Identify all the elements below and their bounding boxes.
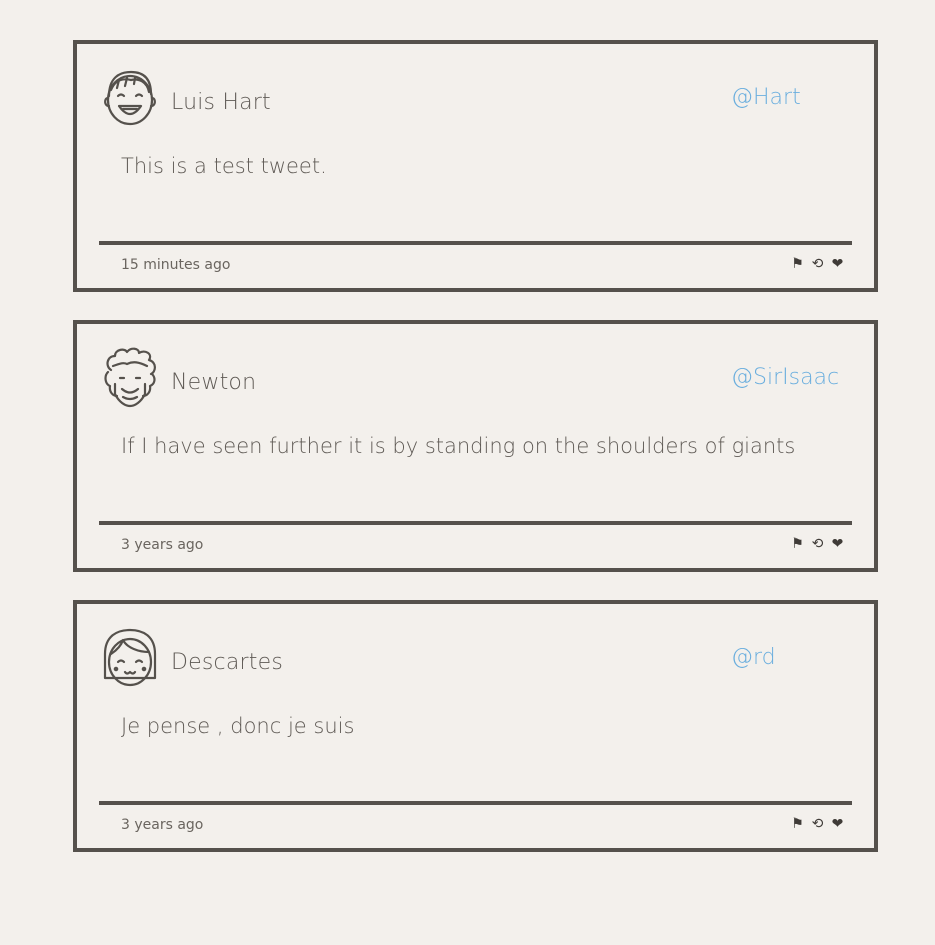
user-name: Newton [171, 370, 257, 395]
user-handle-link[interactable]: @SirIsaac [731, 365, 839, 390]
tweet-text: Je pense , donc je suis [121, 714, 355, 738]
smiling-man-avatar-icon[interactable] [101, 66, 159, 128]
tweet-actions: ⚑ ⟲ ❤ [791, 256, 844, 272]
tweet-card: Luis Hart @Hart This is a test tweet. 15… [73, 40, 878, 292]
user-handle-link[interactable]: @Hart [731, 85, 801, 110]
user-name: Descartes [171, 650, 283, 675]
retweet-icon[interactable]: ⟲ [811, 256, 824, 272]
retweet-icon[interactable]: ⟲ [811, 816, 824, 832]
heart-icon[interactable]: ❤ [831, 816, 844, 832]
timestamp: 3 years ago [121, 537, 204, 553]
timestamp: 15 minutes ago [121, 257, 231, 273]
tweet-card: Descartes @rd Je pense , donc je suis 3 … [73, 600, 878, 852]
divider [99, 801, 852, 805]
divider [99, 521, 852, 525]
heart-icon[interactable]: ❤ [831, 256, 844, 272]
tweet-actions: ⚑ ⟲ ❤ [791, 536, 844, 552]
bob-hair-avatar-icon[interactable] [101, 626, 159, 688]
timestamp: 3 years ago [121, 817, 204, 833]
heart-icon[interactable]: ❤ [831, 536, 844, 552]
curly-hair-man-avatar-icon[interactable] [101, 346, 159, 408]
tweet-text: If I have seen further it is by standing… [121, 434, 796, 458]
divider [99, 241, 852, 245]
tweet-actions: ⚑ ⟲ ❤ [791, 816, 844, 832]
user-handle-link[interactable]: @rd [731, 645, 776, 670]
flag-icon[interactable]: ⚑ [791, 536, 804, 552]
retweet-icon[interactable]: ⟲ [811, 536, 824, 552]
tweet-text: This is a test tweet. [121, 154, 327, 178]
user-name: Luis Hart [171, 90, 271, 115]
tweet-card: Newton @SirIsaac If I have seen further … [73, 320, 878, 572]
flag-icon[interactable]: ⚑ [791, 816, 804, 832]
flag-icon[interactable]: ⚑ [791, 256, 804, 272]
